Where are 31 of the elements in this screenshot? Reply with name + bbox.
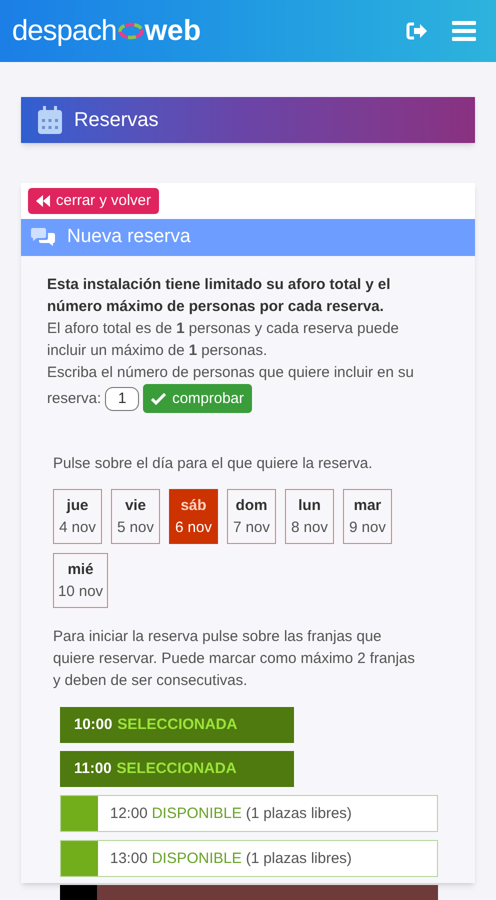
- chat-icon: [31, 228, 55, 248]
- day-button[interactable]: lun 8 nov: [285, 489, 334, 544]
- people-field[interactable]: 1: [105, 386, 140, 410]
- day-button[interactable]: dom 7 nov: [227, 489, 276, 544]
- logo-text: web: [144, 16, 201, 46]
- day-button[interactable]: mar 9 nov: [343, 489, 392, 544]
- people-prompt: Escriba el número de personas que quiere incluir en su: [47, 363, 415, 383]
- slot-button[interactable]: 11:00 SELECCIONADA: [60, 751, 294, 787]
- slot-button[interactable]: 13:00 DISPONIBLE (1 plazas libres): [60, 840, 438, 877]
- page-title: Reservas: [74, 108, 158, 133]
- ring-icon: [118, 22, 144, 40]
- slots-prompt: Para iniciar la reserva pulse sobre las franjas que quiere reservar. Puede marcar como máximo 2 franjas y deben de ser consecutivas.: [53, 627, 416, 691]
- slot-button[interactable]: 10:00 SELECCIONADA: [60, 707, 294, 743]
- intro-text: Esta instalación tiene limitado su aforo total y el número máximo de personas por cada reserva.: [47, 275, 392, 317]
- panel-title: Nueva reserva: [67, 225, 191, 250]
- calendar-icon: [38, 106, 62, 134]
- rewind-icon: [36, 195, 50, 207]
- logo-text: despach: [12, 16, 117, 46]
- day-button[interactable]: mié 10 nov: [53, 553, 108, 608]
- day-button[interactable]: sáb 6 nov: [169, 489, 218, 544]
- check-icon: [151, 392, 166, 404]
- capacity-text: El aforo total es de 1 personas y cada reserva puede incluir un máximo de 1 personas.: [47, 319, 400, 361]
- slot-button[interactable]: 12:00 DISPONIBLE (1 plazas libres): [60, 795, 438, 832]
- logo[interactable]: despach web: [12, 16, 201, 46]
- day-prompt: Pulse sobre el día para el que quiere la reserva.: [53, 454, 374, 474]
- close-button[interactable]: cerrar y volver: [28, 188, 160, 214]
- people-prompt: reserva:: [47, 388, 102, 408]
- menu-icon[interactable]: [452, 21, 476, 41]
- day-button[interactable]: jue 4 nov: [53, 489, 102, 544]
- day-button[interactable]: vie 5 nov: [111, 489, 160, 544]
- logout-icon[interactable]: [406, 22, 428, 40]
